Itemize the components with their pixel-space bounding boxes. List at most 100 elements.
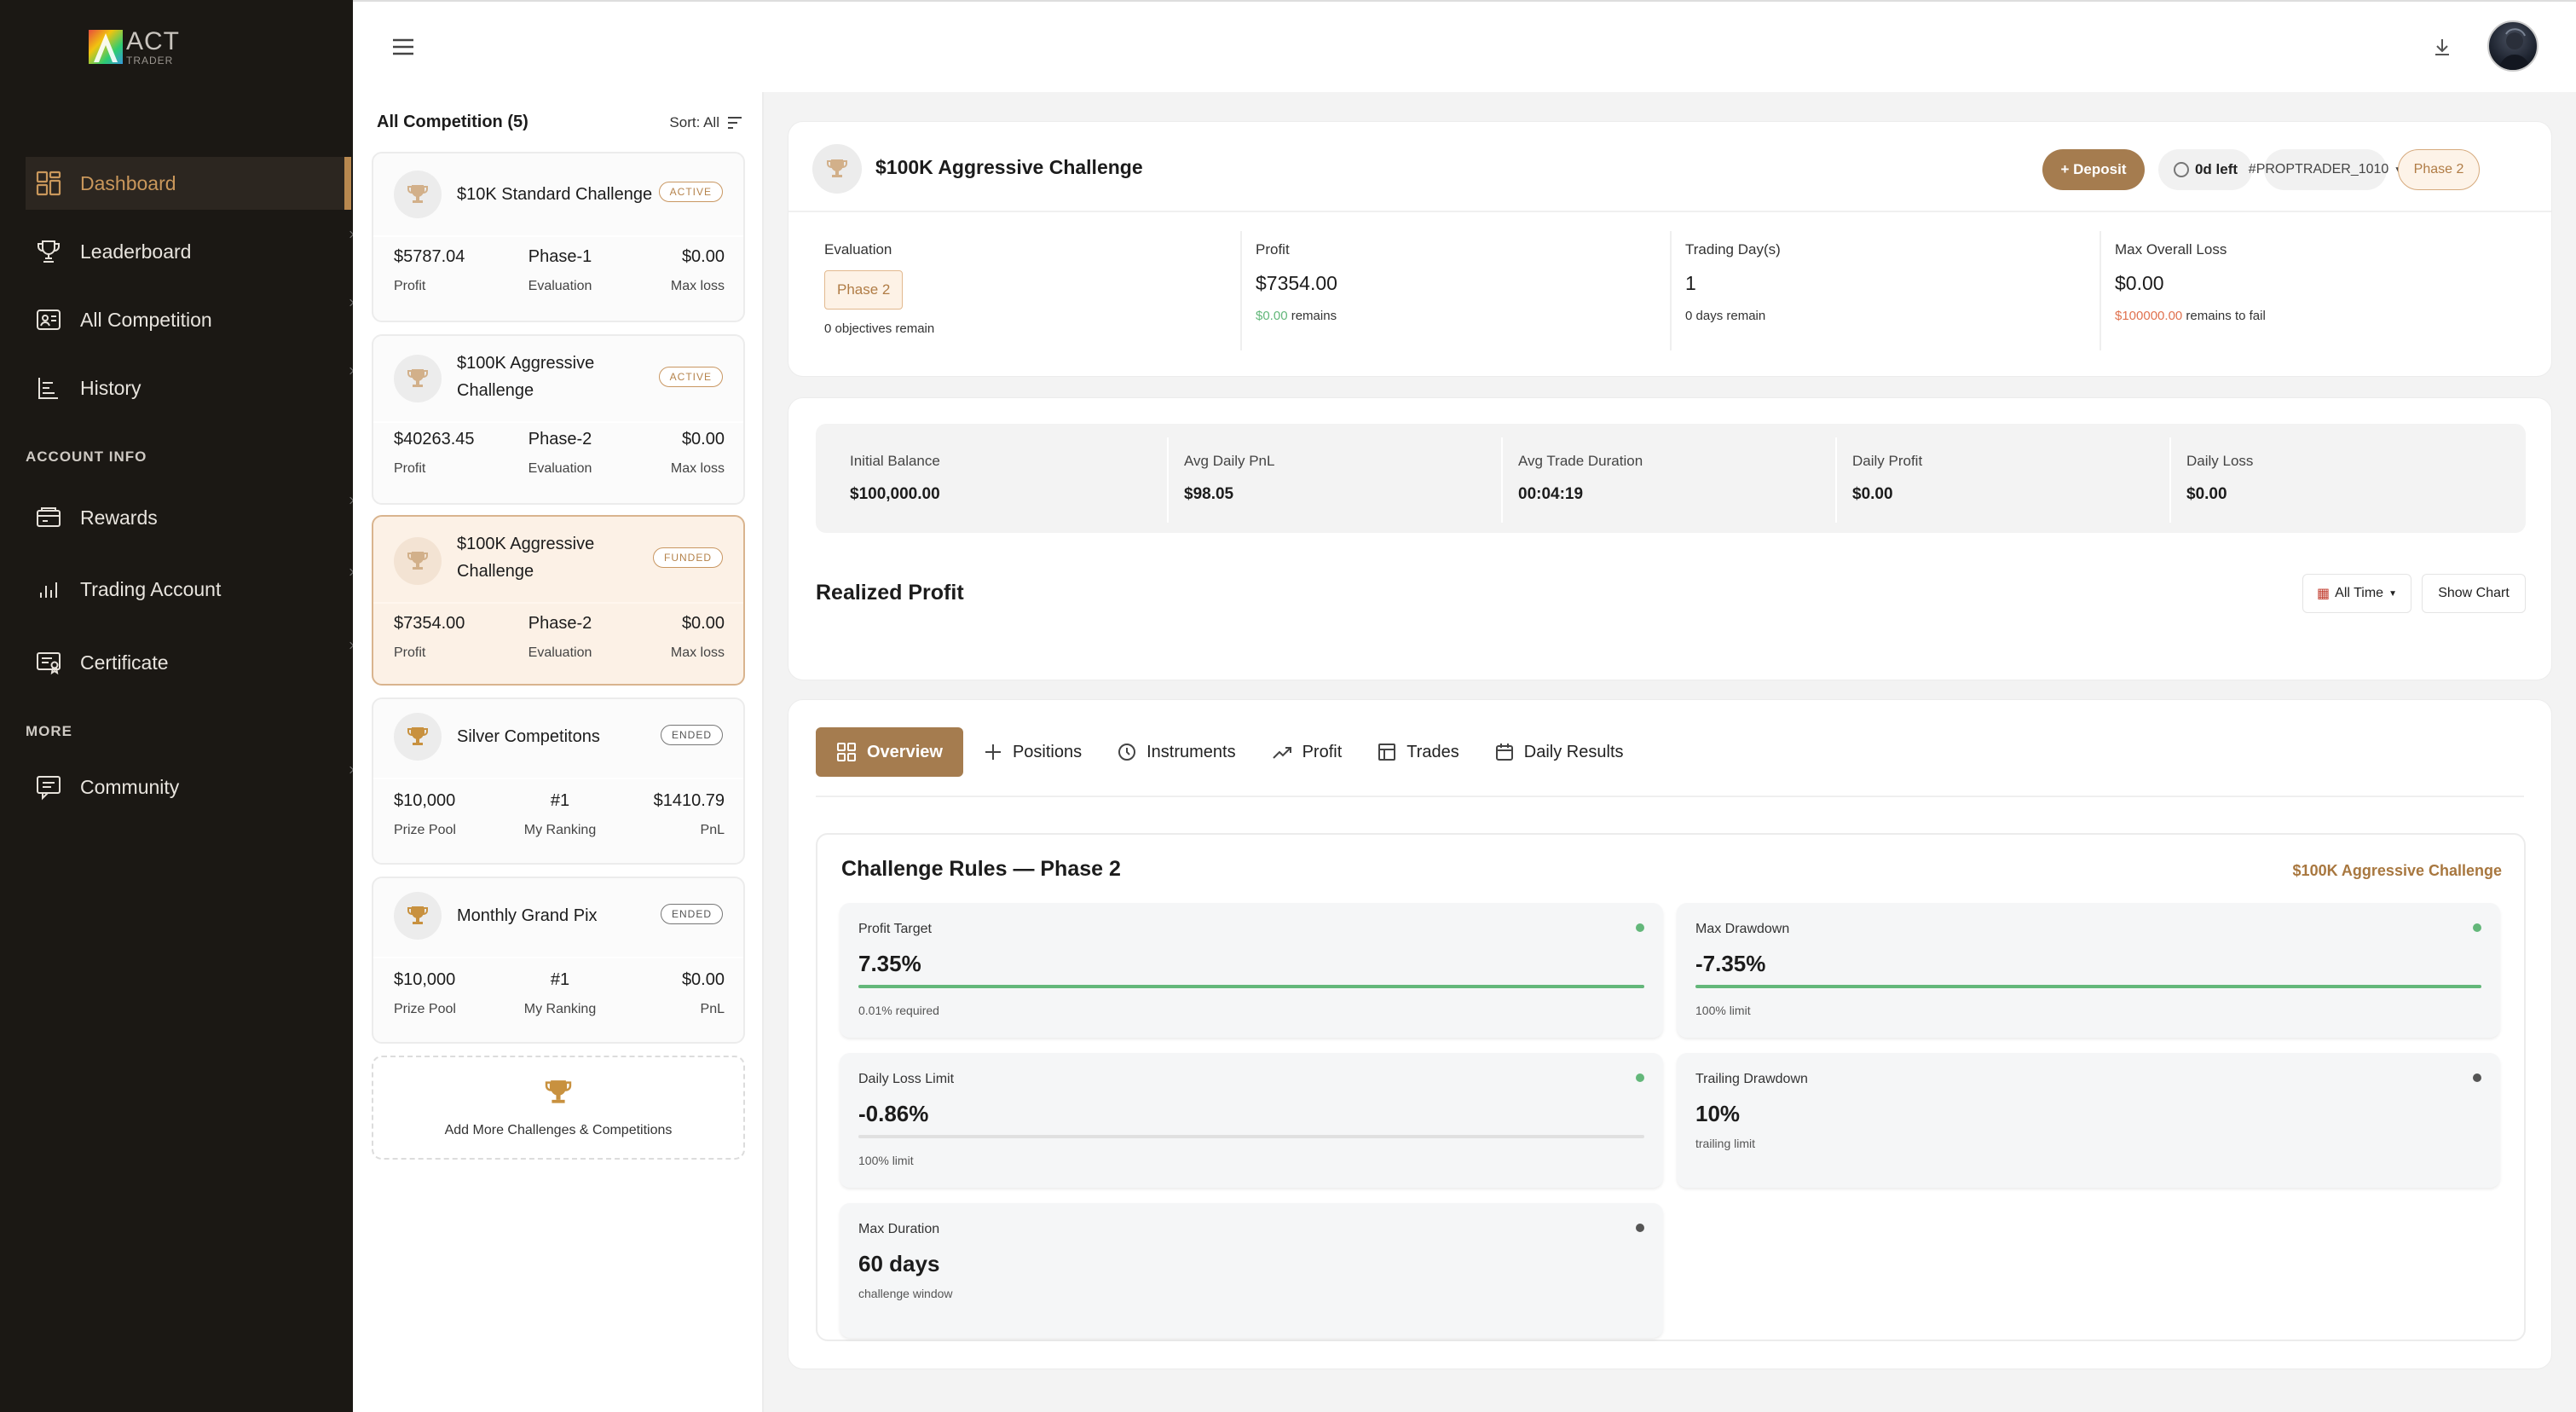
status-dot bbox=[2473, 923, 2481, 932]
brand-name: ACT bbox=[126, 26, 180, 55]
trophy-icon bbox=[34, 237, 63, 266]
sidebar-item-history[interactable]: History bbox=[26, 362, 355, 414]
challenge-rules-card: Challenge Rules — Phase 2 $100K Aggressi… bbox=[816, 833, 2526, 1341]
sidebar-item-certificate[interactable]: Certificate bbox=[26, 636, 355, 689]
metric-daily-loss: Daily Loss $0.00 bbox=[2186, 453, 2254, 503]
sidebar-item-trading-account[interactable]: Trading Account bbox=[26, 563, 355, 616]
download-icon[interactable] bbox=[2428, 32, 2457, 61]
calendar-icon: ▦ bbox=[2317, 587, 2331, 601]
competition-name: Silver Competitons bbox=[457, 727, 600, 746]
trend-icon bbox=[1272, 747, 1291, 759]
certificate-icon bbox=[34, 648, 63, 677]
logo-icon bbox=[89, 30, 123, 64]
sidebar-item-label: Community bbox=[80, 775, 180, 798]
menu-icon[interactable] bbox=[390, 34, 416, 60]
deposit-button[interactable]: + Deposit bbox=[2042, 149, 2145, 190]
sidebar-item-rewards[interactable]: Rewards bbox=[26, 491, 355, 544]
clock-icon bbox=[2173, 162, 2189, 177]
profit-summary: Profit $7354.00 $0.00 remains bbox=[1256, 241, 1337, 323]
progress-bar bbox=[858, 985, 1644, 988]
calendar-icon bbox=[1495, 744, 1513, 761]
profit-stat: $7354.00 Profit bbox=[394, 614, 465, 660]
prize-pool-stat: $10,000 Prize Pool bbox=[394, 970, 456, 1016]
competition-icon bbox=[34, 305, 63, 334]
sidebar-item-dashboard[interactable]: Dashboard bbox=[26, 157, 351, 210]
phase-chip: Phase 2 bbox=[824, 270, 904, 310]
trophy-icon bbox=[394, 892, 442, 940]
pnl-stat: $1410.79 PnL bbox=[653, 791, 725, 837]
bar-chart-icon bbox=[34, 575, 63, 604]
brand-tag: TRADER bbox=[126, 54, 174, 67]
status-dot bbox=[2473, 1073, 2481, 1082]
metric-daily-profit: Daily Profit $0.00 bbox=[1852, 453, 1923, 503]
competition-card-selected[interactable]: $100K Aggressive Challenge FUNDED $7354.… bbox=[372, 515, 745, 686]
competition-name: $100K Aggressive Challenge bbox=[457, 354, 595, 400]
top-bar bbox=[353, 0, 2576, 92]
competition-card[interactable]: Monthly Grand Pix ENDED $10,000 Prize Poo… bbox=[372, 877, 745, 1044]
rules-subtitle: $100K Aggressive Challenge bbox=[2292, 862, 2502, 879]
tab-positions[interactable]: Positions bbox=[984, 727, 1082, 777]
add-competition-button[interactable]: Add More Challenges & Competitions bbox=[372, 1056, 745, 1160]
sidebar-item-label: Certificate bbox=[80, 651, 169, 674]
grid-icon bbox=[837, 743, 856, 761]
metrics-strip: Initial Balance $100,000.00 Avg Daily PnL… bbox=[816, 424, 2526, 533]
competition-card[interactable]: $100K Aggressive Challenge ACTIVE $40263… bbox=[372, 334, 745, 505]
caret-down-icon: ▼ bbox=[2388, 588, 2397, 599]
account-info-label: ACCOUNT INFO bbox=[26, 448, 147, 465]
rules-title: Challenge Rules — Phase 2 bbox=[841, 857, 1121, 881]
tab-bar: Overview Positions Instruments Profit Tr… bbox=[816, 727, 1660, 777]
sidebar-item-label: Leaderboard bbox=[80, 240, 192, 263]
sidebar-item-label: Dashboard bbox=[80, 171, 176, 194]
tab-overview[interactable]: Overview bbox=[816, 727, 963, 777]
trophy-icon bbox=[394, 713, 442, 761]
page-title: $100K Aggressive Challenge bbox=[875, 156, 1143, 178]
sidebar-item-label: All Competition bbox=[80, 308, 212, 331]
tab-profit[interactable]: Profit bbox=[1272, 727, 1342, 777]
trading-days-summary: Trading Day(s) 1 0 days remain bbox=[1685, 241, 1781, 323]
trophy-icon bbox=[545, 1080, 572, 1103]
sidebar-item-leaderboard[interactable]: Leaderboard bbox=[26, 225, 355, 278]
days-left-badge: 0d left bbox=[2158, 149, 2252, 190]
tab-daily-results[interactable]: Daily Results bbox=[1495, 727, 1624, 777]
ranking-stat: #1 My Ranking bbox=[523, 970, 597, 1016]
avatar[interactable] bbox=[2487, 20, 2538, 72]
time-range-select[interactable]: ▦ All Time ▼ bbox=[2302, 574, 2411, 613]
competition-card[interactable]: $10K Standard Challenge ACTIVE $5787.04 P… bbox=[372, 152, 745, 322]
prize-pool-stat: $10,000 Prize Pool bbox=[394, 791, 456, 837]
sidebar: ACT TRADER Dashboard Leaderboard All Com… bbox=[0, 0, 355, 1412]
progress-bar bbox=[858, 1135, 1644, 1138]
trophy-icon bbox=[394, 171, 442, 218]
evaluation-stat: Phase-2 Evaluation bbox=[528, 614, 592, 660]
rewards-icon bbox=[34, 503, 63, 532]
table-icon bbox=[1378, 744, 1396, 761]
max-loss-stat: $0.00 Max loss bbox=[670, 247, 725, 293]
rule-profit-target: Profit Target 7.35% 0.01% required bbox=[840, 903, 1663, 1038]
sort-control[interactable]: Sort: All bbox=[669, 114, 743, 131]
account-select[interactable]: #PROPTRADER_1010 ▼ bbox=[2249, 149, 2402, 190]
profit-stat: $40263.45 Profit bbox=[394, 430, 475, 476]
tab-instruments[interactable]: Instruments bbox=[1118, 727, 1236, 777]
competition-card[interactable]: Silver Competitons ENDED $10,000 Prize Po… bbox=[372, 697, 745, 865]
realized-profit-title: Realized Profit bbox=[816, 581, 964, 605]
evaluation-stat: Phase-2 Evaluation bbox=[528, 430, 592, 476]
show-chart-button[interactable]: Show Chart bbox=[2422, 574, 2526, 613]
sidebar-item-community[interactable]: Community bbox=[26, 761, 355, 813]
plus-icon bbox=[985, 744, 1001, 760]
sidebar-item-label: Trading Account bbox=[80, 577, 222, 600]
max-loss-summary: Max Overall Loss $0.00 $100000.00 remain… bbox=[2115, 241, 2266, 323]
trophy-icon bbox=[812, 144, 862, 194]
sort-label: Sort: All bbox=[669, 113, 719, 130]
sidebar-item-label: History bbox=[80, 376, 142, 399]
metric-avg-trade-duration: Avg Trade Duration 00:04:19 bbox=[1518, 453, 1643, 503]
sidebar-item-all-competition[interactable]: All Competition bbox=[26, 293, 355, 346]
evaluation-stat: Phase-1 Evaluation bbox=[528, 247, 592, 293]
details-panel: Overview Positions Instruments Profit Tr… bbox=[788, 699, 2552, 1369]
status-badge: ACTIVE bbox=[658, 367, 723, 387]
competition-name: $10K Standard Challenge bbox=[457, 185, 653, 204]
challenge-summary-panel: $100K Aggressive Challenge + Deposit 0d … bbox=[788, 121, 2552, 377]
tab-trades[interactable]: Trades bbox=[1378, 727, 1459, 777]
logo[interactable]: ACT TRADER bbox=[89, 27, 182, 67]
more-label: MORE bbox=[26, 723, 72, 739]
history-icon bbox=[34, 373, 63, 402]
rule-max-duration: Max Duration 60 days challenge window bbox=[840, 1203, 1663, 1338]
